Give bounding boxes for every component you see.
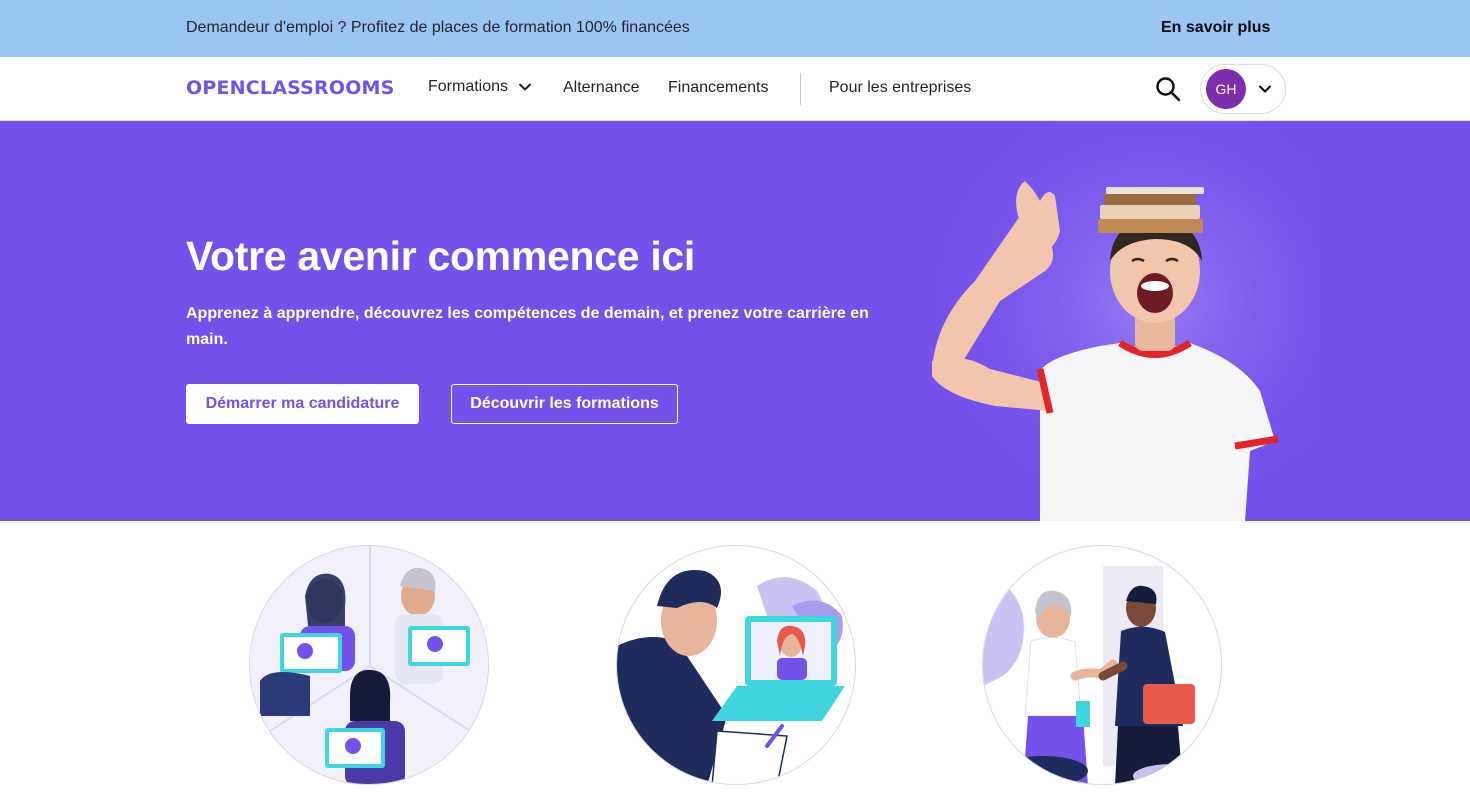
main-navbar: OPENCLASSROOMS Formations Alternance Fin… [0,57,1470,121]
promo-banner: Demandeur d'emploi ? Profitez de places … [0,0,1470,57]
nav-alternance-label: Alternance [563,79,640,96]
avatar: GH [1206,69,1246,109]
nav-entreprises-label: Pour les entreprises [829,79,972,96]
start-application-button[interactable]: Démarrer ma candidature [186,384,419,424]
nav-alternance[interactable]: Alternance [563,79,640,97]
banner-learn-more-link[interactable]: En savoir plus [1161,19,1270,37]
certificates-illustration [249,545,489,785]
hero-title: Votre avenir commence ici [186,233,696,279]
hero-student-photo [900,121,1320,521]
nav-divider [800,73,801,105]
video-call-illustration [616,545,856,785]
nav-formations-label: Formations [428,78,509,95]
video-call-illustration-art [617,546,855,784]
certificates-illustration-art [250,546,488,784]
search-icon[interactable] [1154,75,1182,103]
chevron-down-icon [1259,85,1271,93]
openclassrooms-logo[interactable]: OPENCLASSROOMS [186,77,395,99]
account-menu-button[interactable]: GH [1200,64,1286,114]
handshake-illustration [982,545,1222,785]
hero-section: Votre avenir commence ici Apprenez à app… [0,121,1470,521]
avatar-initials: GH [1215,81,1237,97]
chevron-down-icon [519,83,532,91]
banner-text: Demandeur d'emploi ? Profitez de places … [186,19,690,36]
nav-financements[interactable]: Financements [668,79,769,97]
handshake-illustration-art [983,546,1221,784]
hero-subtitle: Apprenez à apprendre, découvrez les comp… [186,305,869,348]
nav-financements-label: Financements [668,79,769,96]
logo-text: OPENCLASSROOMS [186,77,395,99]
nav-formations[interactable]: Formations [428,78,532,96]
discover-courses-button[interactable]: Découvrir les formations [451,384,678,424]
nav-pour-les-entreprises[interactable]: Pour les entreprises [829,79,971,97]
